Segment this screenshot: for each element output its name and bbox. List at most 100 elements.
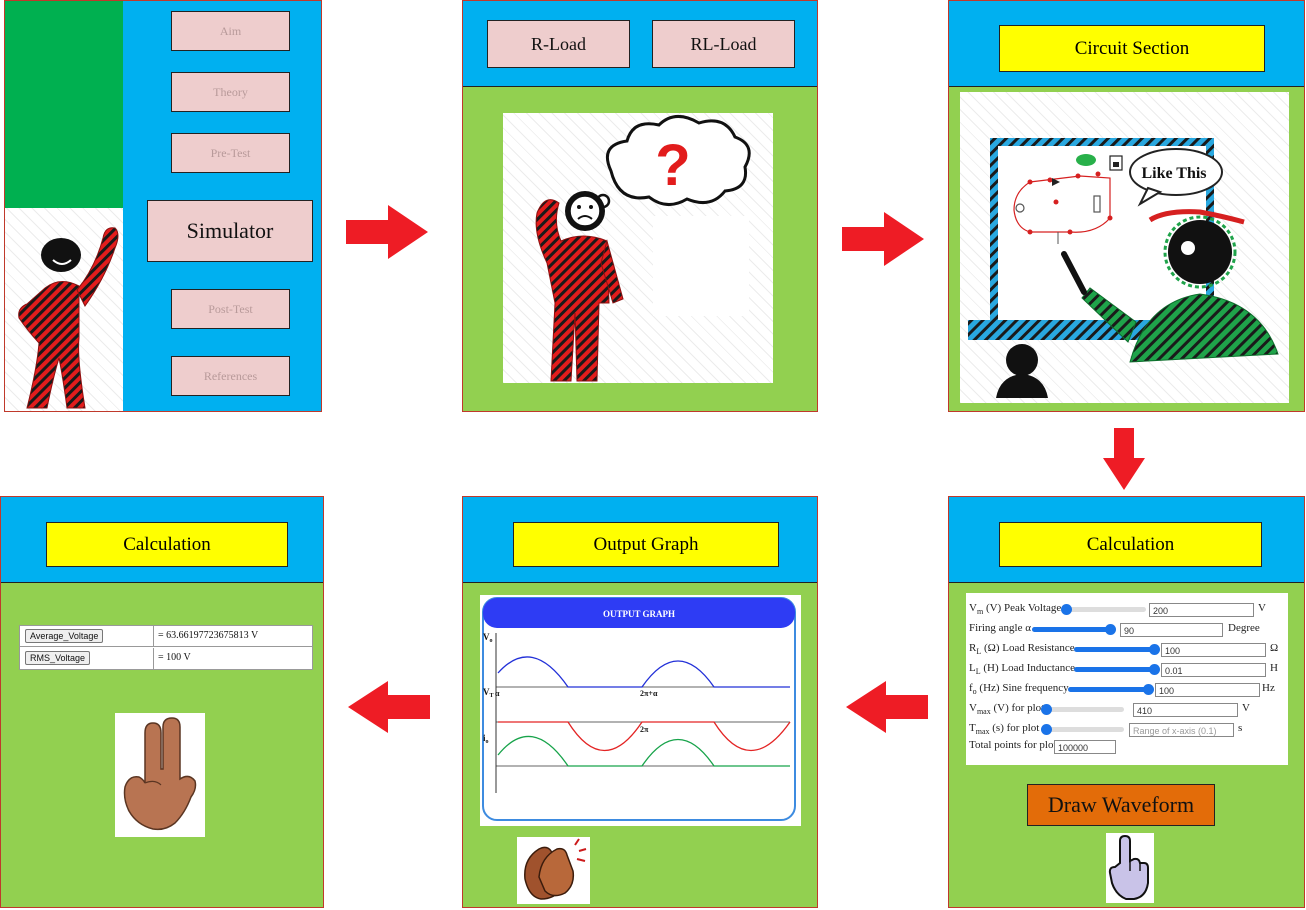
two-finger-hand-icon <box>123 717 197 831</box>
result-row: RMS_Voltage = 100 V <box>20 648 312 669</box>
result-table: Average_Voltage = 63.66197723675813 V RM… <box>19 625 313 670</box>
slider-knob[interactable] <box>1041 724 1052 735</box>
param-label: LL (H) Load Inductance <box>969 662 1075 677</box>
param-slider[interactable] <box>1068 684 1154 695</box>
slider-fill <box>1068 687 1148 692</box>
waveform-plot: OUTPUT GRAPH Vo VT α 2π+α 2π io <box>482 597 796 821</box>
two-pi-alpha-tick: 2π+α <box>640 689 658 698</box>
graph-header-text: OUTPUT GRAPH <box>603 609 675 619</box>
param-input[interactable]: Range of x-axis (0.1) <box>1129 723 1234 737</box>
load-panel: R-Load RL-Load ? <box>462 0 818 412</box>
average-voltage-button[interactable]: Average_Voltage <box>25 629 104 643</box>
circuit-panel: Circuit Section Like This <box>948 0 1305 412</box>
confused-person-tile: ? <box>503 113 773 383</box>
result-label-cell: Average_Voltage <box>20 626 154 647</box>
param-slider[interactable] <box>1041 704 1124 715</box>
arrow-left-icon <box>348 681 430 733</box>
calc-result-panel: Calculation Average_Voltage = 63.6619772… <box>0 496 324 908</box>
param-label: Firing angle α <box>969 622 1031 634</box>
param-unit: V <box>1258 602 1266 614</box>
menu-theory-button[interactable]: Theory <box>171 72 290 112</box>
calc-input-title: Calculation <box>1086 533 1175 555</box>
rl-load-button[interactable]: RL-Load <box>652 20 795 68</box>
rl-load-label: RL-Load <box>690 33 757 54</box>
param-input[interactable]: 100 <box>1155 683 1260 697</box>
param-input[interactable]: 0.01 <box>1161 663 1266 677</box>
slider-knob[interactable] <box>1149 644 1160 655</box>
output-graph-title: Output Graph <box>593 533 699 555</box>
param-slider[interactable] <box>1061 604 1146 615</box>
slider-knob[interactable] <box>1041 704 1052 715</box>
person-tile <box>5 208 123 411</box>
slider-fill <box>1074 647 1154 652</box>
menu-aim-button[interactable]: Aim <box>171 11 290 51</box>
graph-frame <box>482 597 796 821</box>
waving-person-icon <box>18 227 119 409</box>
menu-theory-label: Theory <box>213 84 248 99</box>
r-load-label: R-Load <box>531 33 586 54</box>
param-unit: s <box>1238 722 1243 734</box>
slider-knob[interactable] <box>1143 684 1154 695</box>
slider-fill <box>1032 627 1110 632</box>
rms-voltage-button[interactable]: RMS_Voltage <box>25 651 91 665</box>
circuit-section-label: Circuit Section <box>1074 37 1190 59</box>
draw-waveform-label: Draw Waveform <box>1047 792 1195 817</box>
param-input[interactable]: 410 <box>1133 703 1238 717</box>
param-label: fo (Hz) Sine frequency <box>969 682 1069 697</box>
arrow-left-icon <box>846 681 928 733</box>
green-block <box>5 1 123 208</box>
rms-voltage-value: = 100 V <box>158 652 191 663</box>
param-unit: Ω <box>1270 642 1279 654</box>
clapping-hands-icon <box>524 838 587 900</box>
arrow-right-icon <box>842 212 924 266</box>
param-unit: V <box>1242 702 1250 714</box>
param-label: Vm (V) Peak Voltage <box>969 602 1062 617</box>
param-input[interactable]: 100 <box>1161 643 1266 657</box>
draw-waveform-button[interactable]: Draw Waveform <box>1027 784 1215 826</box>
param-label: Tmax (s) for plot <box>969 722 1040 737</box>
param-input[interactable]: 100000 <box>1054 740 1116 754</box>
menu-references-button[interactable]: References <box>171 356 290 396</box>
alpha-tick: α <box>495 689 500 698</box>
menu-pretest-label: Pre-Test <box>210 145 251 160</box>
param-label: Vmax (V) for plot <box>969 702 1045 717</box>
circuit-section-button[interactable]: Circuit Section <box>999 25 1265 72</box>
calc-result-title-button[interactable]: Calculation <box>46 522 288 567</box>
clapping-tile <box>517 837 590 904</box>
pointer-hand-tile <box>1106 833 1154 903</box>
menu-pretest-button[interactable]: Pre-Test <box>171 133 290 173</box>
param-slider[interactable] <box>1074 664 1160 675</box>
param-input[interactable]: 200 <box>1149 603 1254 617</box>
graph-card: OUTPUT GRAPH Vo VT α 2π+α 2π io <box>480 595 801 826</box>
r-load-button[interactable]: R-Load <box>487 20 630 68</box>
like-this-label: Like This <box>1141 165 1206 182</box>
param-slider[interactable] <box>1074 644 1160 655</box>
slider-knob[interactable] <box>1149 664 1160 675</box>
calc-input-panel: Calculation Vm (V) Peak Voltage 200 V Firin… <box>948 496 1305 908</box>
param-label: Total points for plot <box>969 739 1057 751</box>
result-row: Average_Voltage = 63.66197723675813 V <box>20 626 312 647</box>
thinking-person-icon: ? <box>535 115 751 382</box>
average-voltage-value: = 63.66197723675813 V <box>158 630 259 641</box>
pointing-teacher-icon: Like This <box>968 138 1279 398</box>
slider-knob[interactable] <box>1061 604 1072 615</box>
slider-knob[interactable] <box>1105 624 1116 635</box>
param-unit: H <box>1270 662 1278 674</box>
param-unit: Hz <box>1262 682 1275 694</box>
param-input[interactable]: 90 <box>1120 623 1223 637</box>
two-finger-tile <box>115 713 205 837</box>
menu-simulator-label: Simulator <box>186 218 274 243</box>
menu-posttest-button[interactable]: Post-Test <box>171 289 290 329</box>
param-unit: Degree <box>1228 622 1260 634</box>
result-label-cell: RMS_Voltage <box>20 648 154 669</box>
menu-references-label: References <box>203 368 258 383</box>
teacher-tile: Like This <box>960 92 1289 403</box>
menu-posttest-label: Post-Test <box>208 301 253 316</box>
two-pi-tick: 2π <box>640 725 649 734</box>
output-graph-title-button[interactable]: Output Graph <box>513 522 779 567</box>
param-slider[interactable] <box>1041 724 1124 735</box>
menu-simulator-button[interactable]: Simulator <box>147 200 313 262</box>
calc-input-title-button[interactable]: Calculation <box>999 522 1262 567</box>
param-slider[interactable] <box>1032 624 1116 635</box>
output-graph-panel: Output Graph OUTPUT GRAPH Vo VT α 2π+α 2… <box>462 496 818 908</box>
